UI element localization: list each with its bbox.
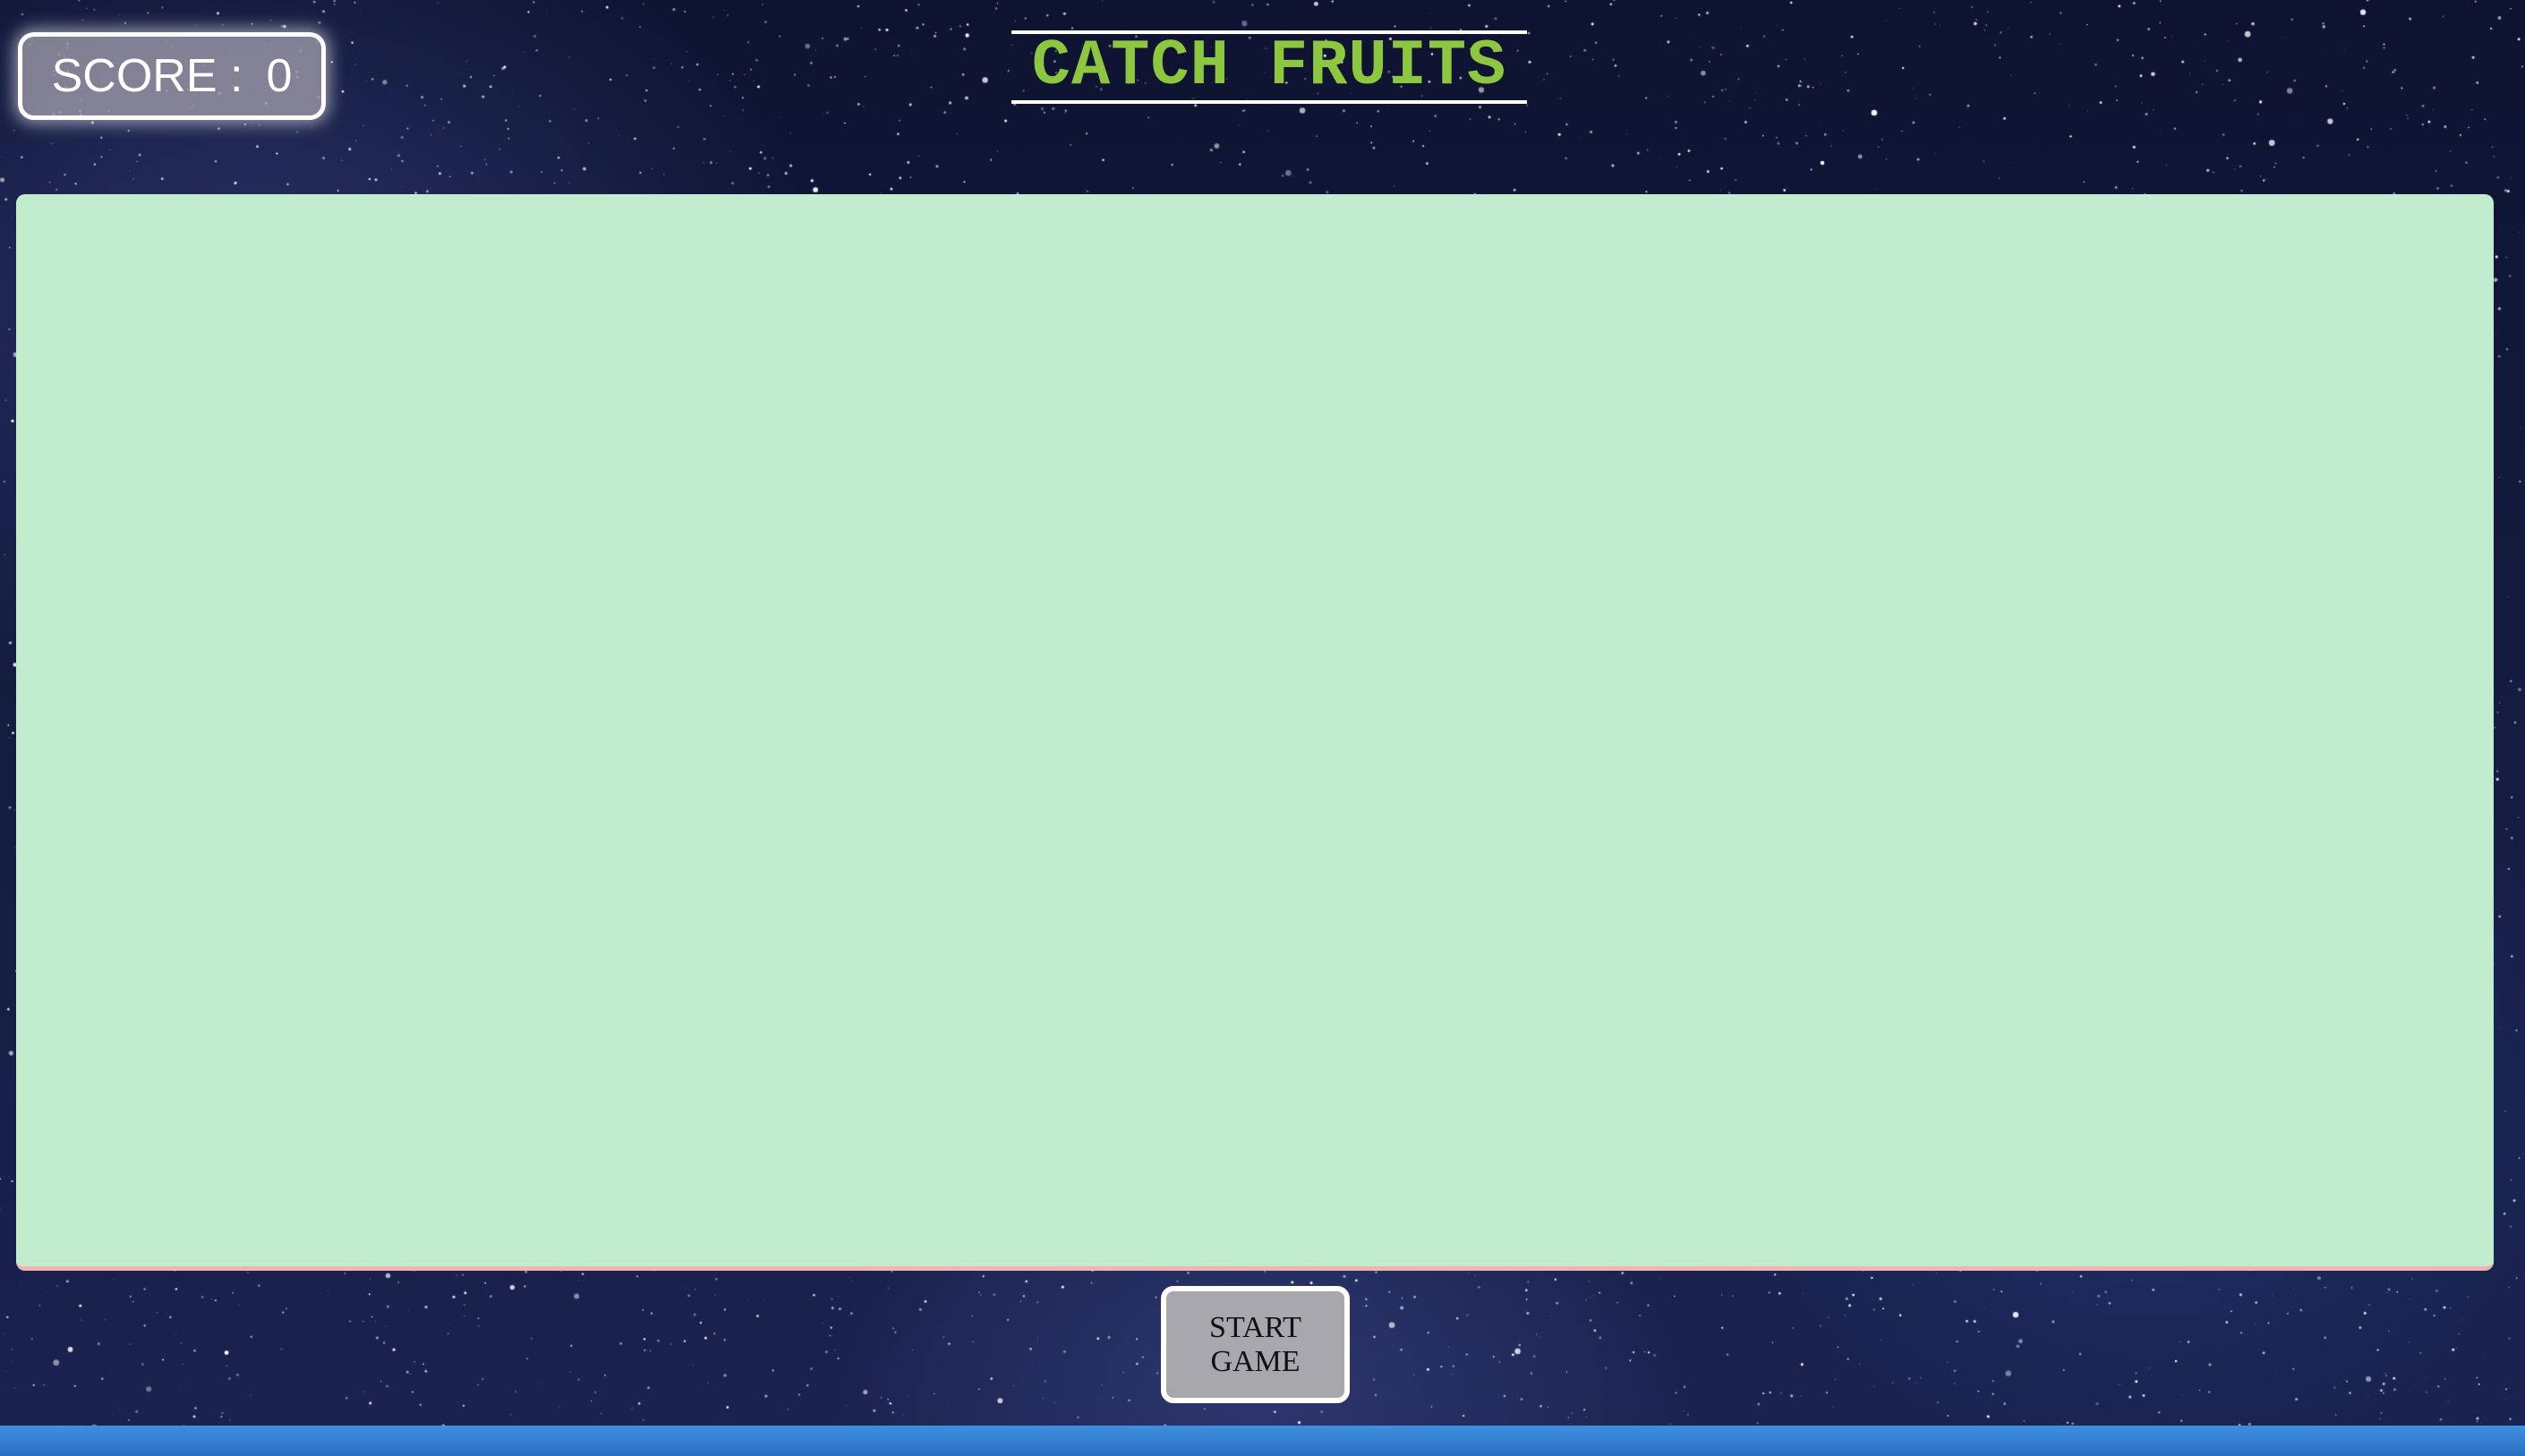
bottom-bar bbox=[0, 1426, 2525, 1456]
game-play-area[interactable] bbox=[16, 194, 2494, 1271]
game-title: CATCH FRUITS bbox=[1011, 30, 1527, 104]
score-value: 0 bbox=[266, 50, 293, 102]
score-display: SCORE : 0 bbox=[18, 32, 326, 120]
start-game-button[interactable]: START GAME bbox=[1161, 1286, 1350, 1403]
score-label: SCORE : bbox=[51, 50, 243, 102]
